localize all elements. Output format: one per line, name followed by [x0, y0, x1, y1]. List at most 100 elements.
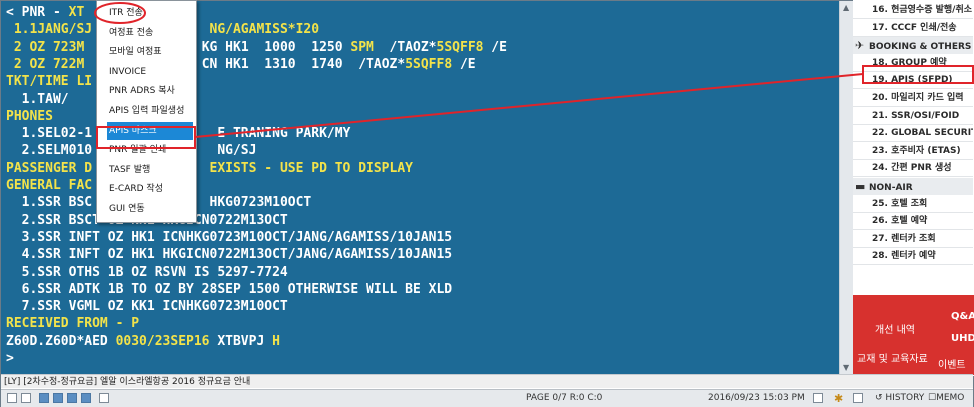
- history-button[interactable]: ↺ HISTORY: [875, 390, 924, 407]
- terminal-line: 2 OZ 723M KG HK1 1000 1250 SPM /TAOZ*5SQ…: [6, 39, 507, 56]
- terminal-text: GENERAL FAC: [6, 178, 93, 193]
- terminal-text: 5.SSR OTHS 1B OZ RSVN IS 5297-7724: [6, 264, 288, 280]
- grid-icon[interactable]: [813, 393, 823, 403]
- terminal-text: /E: [452, 56, 476, 72]
- window-icon[interactable]: [53, 393, 63, 403]
- terminal-text: 1.1JANG/SJ: [6, 22, 93, 38]
- side-section-header[interactable]: ✈ BOOKING & OTHERS: [853, 37, 973, 55]
- memo-button[interactable]: ☐MEMO: [928, 390, 964, 407]
- side-menu-item[interactable]: 20. 마일리지 카드 입력: [853, 90, 973, 107]
- side-menu-item[interactable]: 18. GROUP 예약: [853, 55, 973, 72]
- window-icon[interactable]: [853, 393, 863, 403]
- terminal-line: 7.SSR VGML OZ KK1 ICNHKG0723M10OCT: [6, 298, 288, 315]
- context-menu-item[interactable]: E-CARD 작성: [109, 180, 193, 198]
- qa-link[interactable]: Q&A: [951, 311, 974, 322]
- side-section-label: BOOKING & OTHERS: [869, 42, 972, 53]
- education-link[interactable]: 교재 및 교육자료: [857, 350, 928, 365]
- terminal-text: EXISTS - USE PD TO DISPLAY: [209, 160, 414, 176]
- window-icon[interactable]: [21, 393, 31, 403]
- side-menu-item[interactable]: 27. 렌터카 조회: [853, 231, 973, 248]
- airplane-icon: ✈: [855, 39, 865, 53]
- terminal-line: PHONES: [6, 108, 53, 125]
- scroll-up-icon[interactable]: ▲: [843, 3, 849, 12]
- context-menu-item[interactable]: PNR 일괄 인쇄: [109, 141, 193, 159]
- terminal-line: PASSENGER D EXISTS - USE PD TO DISPLAY: [6, 160, 413, 177]
- side-menu-item[interactable]: 26. 호텔 예약: [853, 213, 973, 231]
- side-menu-item[interactable]: 17. CCCF 인쇄/전송: [853, 20, 973, 37]
- terminal-text: 5SQFF8: [436, 39, 484, 55]
- context-menu-item[interactable]: GUI 연동: [109, 200, 193, 218]
- terminal-text: PHONES: [6, 108, 53, 124]
- history-label: HISTORY: [885, 393, 925, 403]
- history-icon: ↺: [875, 393, 886, 403]
- terminal-text: XT: [68, 5, 85, 20]
- terminal-text: PASSENGER D: [6, 160, 93, 176]
- window-icon[interactable]: [7, 393, 17, 403]
- terminal-text: XTBVPJ: [209, 333, 273, 349]
- window-icon[interactable]: [67, 393, 77, 403]
- side-menu-item[interactable]: 24. 간편 PNR 생성: [853, 160, 973, 178]
- side-menu-item[interactable]: 19. APIS (SFPD): [853, 72, 973, 90]
- side-section-label: NON-AIR: [869, 183, 913, 193]
- side-menu-item[interactable]: 25. 호텔 조회: [853, 196, 973, 213]
- window-icon[interactable]: [39, 393, 49, 403]
- terminal-text: RECEIVED FROM - P: [6, 316, 140, 332]
- pnr-context-menu: ITR 전송여정표 전송 모바일 여정표 INVOICE PNR ADRS 복사 API…: [96, 0, 197, 223]
- terminal-text: 0030/23SEP16: [115, 333, 210, 349]
- notice-text[interactable]: [LY] [2차수정-정규요금] 엘알 이스라엘항공 2016 정규요금 안내: [4, 377, 250, 387]
- terminal-text: 1.SSR BSC: [6, 195, 93, 211]
- terminal-text: 7.SSR VGML OZ KK1 ICNHKG0723M10OCT: [6, 299, 288, 315]
- side-section-header[interactable]: ▬ NON-AIR: [853, 178, 973, 195]
- terminal-text: CN HK1 1310 1740 /TAOZ*: [201, 56, 406, 72]
- terminal-line: 3.SSR INFT OZ HK1 ICNHKG0723M10OCT/JANG/…: [6, 229, 452, 246]
- terminal-text: 4.SSR INFT OZ HK1 HKGICN0722M13OCT/JANG/…: [6, 247, 453, 263]
- context-menu-item[interactable]: PNR ADRS 복사: [109, 82, 193, 100]
- window-icon[interactable]: [99, 393, 109, 403]
- event-link[interactable]: 이벤트: [938, 356, 966, 371]
- context-menu-item[interactable]: APIS 마스크: [107, 121, 193, 140]
- terminal-text: >: [6, 351, 14, 366]
- improvements-link[interactable]: 개선 내역: [875, 321, 915, 336]
- terminal-text: NG/AGAMISS*I20: [209, 22, 320, 38]
- terminal-line: Z60D.Z60D*AED 0030/23SEP16 XTBVPJ H: [6, 333, 280, 350]
- terminal-text: 2 OZ 722M: [6, 56, 85, 72]
- context-menu-item[interactable]: 모바일 여정표: [109, 43, 193, 61]
- terminal-scrollbar[interactable]: ▲ ▼: [839, 1, 854, 374]
- window-icon[interactable]: [81, 393, 91, 403]
- scroll-down-icon[interactable]: ▼: [843, 363, 849, 372]
- context-menu-item[interactable]: ITR 전송: [109, 4, 193, 22]
- terminal-line: TKT/TIME LI: [6, 73, 92, 90]
- terminal-line: 6.SSR ADTK 1B TO OZ BY 28SEP 1500 OTHERW…: [6, 281, 452, 298]
- notice-bar: [LY] [2차수정-정규요금] 엘알 이스라엘항공 2016 정규요금 안내: [1, 374, 973, 388]
- page-indicator: PAGE 0/7 R:0 C:0: [526, 393, 603, 403]
- bus-icon: ▬: [855, 180, 866, 193]
- context-menu-item[interactable]: APIS 입력 파일생성: [109, 102, 193, 120]
- context-menu-item[interactable]: TASF 발행: [109, 161, 193, 179]
- terminal-text: E TRANING PARK/MY: [217, 126, 351, 142]
- promo-panel: 개선 내역 Q&A UHD 교재 및 교육자료 이벤트: [853, 295, 974, 375]
- terminal-text: 2 OZ 723M: [6, 39, 85, 55]
- terminal-line: < PNR - XT: [6, 4, 84, 21]
- side-menu-item[interactable]: 21. SSR/OSI/FOID: [853, 108, 973, 125]
- memo-label: MEMO: [936, 393, 965, 403]
- context-menu-item[interactable]: INVOICE: [109, 63, 193, 81]
- terminal-line: >: [6, 350, 14, 367]
- side-menu-item[interactable]: 28. 렌터카 예약: [853, 248, 973, 266]
- terminal-text: < PNR -: [6, 5, 69, 20]
- context-menu-item[interactable]: 여정표 전송: [109, 24, 193, 42]
- uhd-link[interactable]: UHD: [951, 333, 974, 344]
- terminal-text: 5SQFF8: [405, 56, 453, 72]
- terminal-line: GENERAL FAC: [6, 177, 92, 194]
- terminal-text: 6.SSR ADTK 1B TO OZ BY 28SEP 1500 OTHERW…: [6, 281, 453, 297]
- terminal-text: SPM: [350, 39, 374, 55]
- terminal-line: 2 OZ 722M CN HK1 1310 1740 /TAOZ*5SQFF8 …: [6, 56, 476, 73]
- bottom-status-bar: PAGE 0/7 R:0 C:0 2016/09/23 15:03 PM ✱ ↺…: [1, 389, 973, 407]
- side-menu-item[interactable]: 16. 현금영수증 발행/취소: [853, 2, 973, 19]
- side-menu-item[interactable]: 22. GLOBAL SECURITY: [853, 125, 973, 143]
- terminal-text: Z60D.Z60D*AED: [6, 333, 116, 349]
- terminal-text: 1.SEL02-1: [6, 126, 93, 142]
- side-menu-item[interactable]: 23. 호주비자 (ETAS): [853, 143, 973, 160]
- terminal-text: HKG0723M10OCT: [209, 195, 312, 211]
- terminal-line: RECEIVED FROM - P: [6, 315, 139, 332]
- settings-icon[interactable]: ✱: [834, 390, 843, 407]
